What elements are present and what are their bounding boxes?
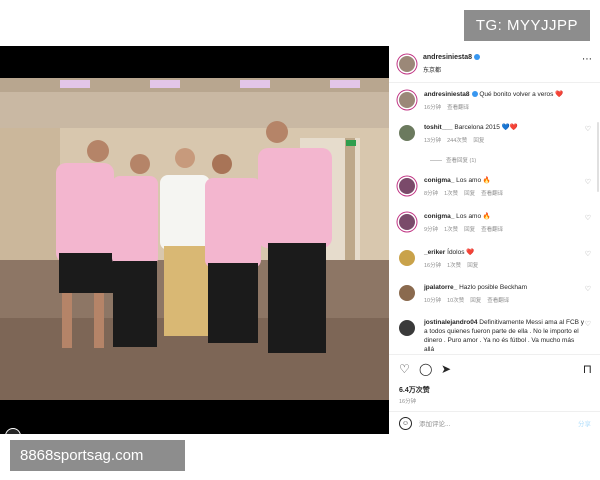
heart-icon[interactable]: ♡ bbox=[585, 214, 591, 222]
comment-text: Ídolos ❤️ bbox=[447, 249, 475, 256]
comment-likes[interactable]: 10次赞 bbox=[447, 298, 464, 304]
comment-user[interactable]: andresiniesta8 bbox=[424, 91, 470, 98]
heart-icon[interactable]: ♡ bbox=[585, 250, 591, 258]
translate-link[interactable]: 查看翻译 bbox=[481, 191, 503, 197]
heart-icon[interactable]: ♡ bbox=[585, 178, 591, 186]
emoji-icon[interactable]: ☺ bbox=[399, 417, 412, 430]
comment-likes[interactable]: 244次赞 bbox=[447, 138, 467, 144]
heart-icon[interactable]: ♡ bbox=[585, 125, 591, 133]
post-header: andresiniesta8 东京都 ⋯ bbox=[389, 46, 600, 83]
comment-avatar[interactable] bbox=[399, 320, 415, 336]
translate-link[interactable]: 查看翻译 bbox=[487, 298, 509, 304]
comment-avatar[interactable] bbox=[399, 214, 415, 230]
watermark-top: TG: MYYJJPP bbox=[463, 10, 590, 41]
comment-text: Hazlo posible Beckham bbox=[459, 284, 527, 291]
comment-user[interactable]: conigma_ bbox=[424, 213, 454, 220]
comment-input[interactable]: 添加评论... bbox=[419, 418, 450, 428]
comment-text: Qué bonito volver a veros ❤️ bbox=[479, 91, 564, 98]
post-location[interactable]: 东京都 bbox=[423, 65, 441, 74]
verified-icon bbox=[474, 54, 481, 61]
post-actions: ♡ ◯ ➤ ⊓ 6.4万次赞 16分钟 ☺ 添加评论... 分享 bbox=[389, 354, 600, 435]
author-avatar[interactable] bbox=[399, 56, 415, 72]
comment-likes[interactable]: 1次赞 bbox=[444, 191, 458, 197]
comment-avatar[interactable] bbox=[399, 285, 415, 301]
comment-text: Los amo 🔥 bbox=[456, 177, 491, 184]
comment-user[interactable]: conigma_ bbox=[424, 177, 454, 184]
heart-icon[interactable]: ♡ bbox=[399, 362, 410, 376]
comment-time: 16分钟 bbox=[424, 105, 442, 111]
verified-icon bbox=[471, 91, 478, 98]
comment-time: 13分钟 bbox=[424, 138, 442, 144]
post-media[interactable] bbox=[0, 46, 389, 434]
comment-avatar[interactable] bbox=[399, 178, 415, 194]
user-tag-icon[interactable] bbox=[5, 428, 21, 434]
comment-time: 16分钟 bbox=[424, 263, 442, 269]
likes-count[interactable]: 6.4万次赞 bbox=[399, 385, 430, 395]
reply-link[interactable]: 回复 bbox=[473, 138, 484, 144]
posted-time: 16分钟 bbox=[399, 399, 417, 405]
comments-list[interactable]: andresiniesta8 Qué bonito volver a veros… bbox=[389, 82, 600, 354]
comment-avatar[interactable] bbox=[399, 250, 415, 266]
comment-text: Los amo 🔥 bbox=[456, 213, 491, 220]
comment-avatar[interactable] bbox=[399, 125, 415, 141]
share-icon[interactable]: ➤ bbox=[441, 362, 451, 376]
comment-likes[interactable]: 1次赞 bbox=[444, 227, 458, 233]
comment-time: 9分钟 bbox=[424, 227, 439, 233]
more-icon[interactable]: ⋯ bbox=[582, 54, 592, 65]
reply-link[interactable]: 回复 bbox=[464, 191, 475, 197]
heart-icon[interactable]: ♡ bbox=[585, 285, 591, 293]
comment-likes[interactable]: 1次赞 bbox=[447, 263, 461, 269]
post-comment-button[interactable]: 分享 bbox=[578, 418, 591, 428]
view-replies-link[interactable]: 查看回复 (1) bbox=[446, 156, 476, 164]
translate-link[interactable]: 查看翻译 bbox=[447, 105, 469, 111]
comment-user[interactable]: toshit___ bbox=[424, 124, 453, 131]
reply-link[interactable]: 回复 bbox=[467, 263, 478, 269]
comment-user[interactable]: jostinalejandro04 bbox=[424, 319, 477, 326]
add-comment-bar: ☺ 添加评论... 分享 bbox=[389, 411, 600, 436]
comments-scrollbar[interactable] bbox=[597, 122, 599, 192]
comment-text: Barcelona 2015 💙❤️ bbox=[454, 124, 518, 131]
bookmark-icon[interactable]: ⊓ bbox=[583, 362, 592, 376]
author-name[interactable]: andresiniesta8 bbox=[423, 54, 481, 61]
comment-time: 8分钟 bbox=[424, 191, 439, 197]
comment-avatar[interactable] bbox=[399, 92, 415, 108]
post-side-panel: andresiniesta8 东京都 ⋯ andresiniesta8 Qué … bbox=[389, 46, 600, 434]
reply-link[interactable]: 回复 bbox=[470, 298, 481, 304]
post-photo bbox=[0, 78, 389, 400]
heart-icon[interactable]: ♡ bbox=[585, 320, 591, 328]
comment-time: 10分钟 bbox=[424, 298, 442, 304]
translate-link[interactable]: 查看翻译 bbox=[481, 227, 503, 233]
reply-link[interactable]: 回复 bbox=[464, 227, 475, 233]
comment-user[interactable]: jpalatorre_ bbox=[424, 284, 457, 291]
comment-icon[interactable]: ◯ bbox=[419, 362, 432, 376]
comment-user[interactable]: _eriker bbox=[424, 249, 445, 256]
watermark-bottom: 8868sportsag.com bbox=[10, 440, 185, 471]
